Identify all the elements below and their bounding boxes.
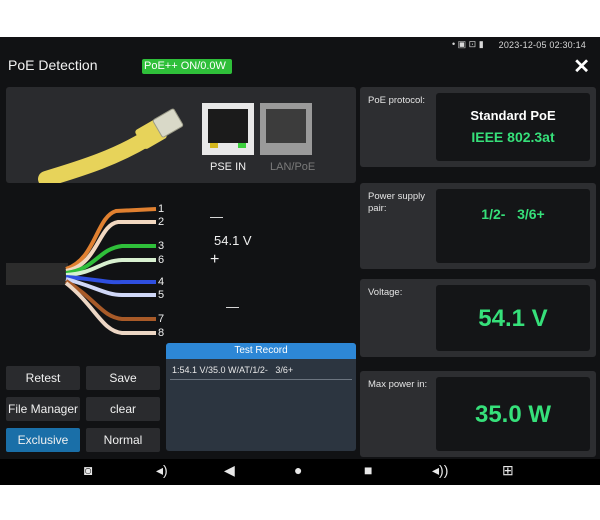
voltage-value: 54.1 V: [478, 305, 548, 332]
power-supply-pair-value: 1/2- 3/6+: [481, 206, 545, 222]
status-datetime: 2023-12-05 02:30:14: [498, 40, 586, 50]
lan-poe-port-socket: [266, 109, 306, 143]
negative-sign-bottom: —: [226, 299, 239, 314]
nav-bar: ◙ ◂) ◀ ● ■ ◂)) ⊞: [0, 459, 600, 485]
page-title: PoE Detection: [8, 57, 98, 73]
max-power-value-box: 35.0 W: [436, 377, 590, 451]
normal-button[interactable]: Normal: [86, 428, 160, 452]
poe-protocol-card: PoE protocol: Standard PoE IEEE 802.3at: [360, 87, 596, 167]
back-icon[interactable]: ◀: [224, 462, 235, 479]
test-record-header: Test Record: [166, 343, 356, 359]
max-power-card: Max power in: 35.0 W: [360, 371, 596, 457]
file-manager-button[interactable]: File Manager: [6, 397, 80, 421]
camera-icon[interactable]: ◙: [84, 462, 92, 478]
pin-number: 5: [158, 289, 165, 301]
ieee-standard-value: IEEE 802.3at: [471, 129, 555, 145]
pin-number: 6: [158, 254, 165, 266]
poe-protocol-label: PoE protocol:: [368, 95, 426, 106]
test-record-row[interactable]: 1:54.1 V/35.0 W/AT/1/2- 3/6+: [166, 359, 356, 375]
home-icon[interactable]: ●: [294, 462, 302, 478]
recents-icon[interactable]: ■: [364, 462, 372, 478]
test-record-divider: [170, 379, 352, 380]
pse-in-led-yellow: [210, 143, 218, 148]
pin-number: 2: [158, 216, 165, 228]
test-record-panel: Test Record 1:54.1 V/35.0 W/AT/1/2- 3/6+: [166, 343, 356, 451]
pin-number: 3: [158, 240, 165, 252]
wire-pin-7: [64, 279, 156, 321]
close-icon[interactable]: ✕: [573, 54, 590, 79]
retest-button[interactable]: Retest: [6, 366, 80, 390]
volume-down-icon[interactable]: ◂): [156, 462, 168, 479]
voltage-card: Voltage: 54.1 V: [360, 279, 596, 357]
status-bar: • ▣ ⊡ ▮ 2023-12-05 02:30:14: [0, 37, 600, 53]
voltage-label: Voltage:: [368, 287, 403, 298]
power-supply-pair-label: Power supply pair:: [368, 191, 426, 214]
status-icons: • ▣ ⊡ ▮: [452, 39, 484, 49]
pin-number: 8: [158, 327, 165, 339]
volume-up-icon[interactable]: ◂)): [432, 462, 448, 479]
pin-number: 7: [158, 313, 165, 325]
pin-number: 4: [158, 276, 165, 288]
apps-icon[interactable]: ⊞: [502, 462, 514, 479]
pse-in-label: PSE IN: [210, 161, 247, 173]
voltage-value-box: 54.1 V: [436, 285, 590, 351]
wire-voltage-value: 54.1 V: [214, 233, 252, 248]
negative-sign-top: —: [210, 209, 223, 224]
max-power-value: 35.0 W: [474, 401, 552, 428]
save-button[interactable]: Save: [86, 366, 160, 390]
cable-illustration-panel: PSE IN LAN/PoE: [6, 87, 356, 187]
pin-number: 1: [158, 203, 165, 215]
clear-button[interactable]: clear: [86, 397, 160, 421]
positive-sign: +: [210, 251, 220, 268]
poe-standard-value: Standard PoE: [470, 108, 556, 123]
poe-status-badge: PoE++ ON/0.0W: [142, 59, 232, 74]
title-bar: PoE Detection PoE++ ON/0.0W ✕: [0, 53, 600, 79]
power-supply-pair-card: Power supply pair: 1/2- 3/6+: [360, 183, 596, 269]
yellow-cable: [38, 131, 154, 187]
device-screen: • ▣ ⊡ ▮ 2023-12-05 02:30:14 PoE Detectio…: [0, 37, 600, 485]
pse-in-led-green: [238, 143, 246, 148]
exclusive-button[interactable]: Exclusive: [6, 428, 80, 452]
power-supply-pair-value-box: 1/2- 3/6+: [436, 189, 590, 263]
cable-jacket: [6, 263, 68, 285]
poe-protocol-value-box: Standard PoE IEEE 802.3at: [436, 93, 590, 161]
max-power-label: Max power in:: [368, 379, 428, 390]
pse-in-port-socket: [208, 109, 248, 143]
lan-poe-label: LAN/PoE: [270, 161, 316, 173]
